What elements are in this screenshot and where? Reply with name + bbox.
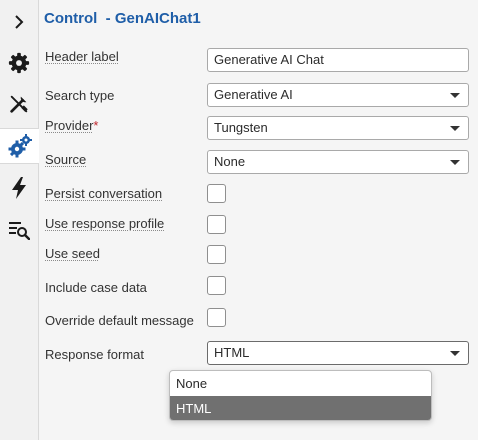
include-case-data-label: Include case data	[45, 280, 147, 295]
lightning-icon	[12, 177, 26, 199]
expand-button[interactable]	[0, 5, 38, 39]
tools-icon	[10, 95, 28, 113]
tools-button[interactable]	[0, 87, 38, 121]
provider-label: Provider*	[45, 118, 98, 133]
override-default-message-label: Override default message	[45, 313, 194, 328]
include-case-data-checkbox[interactable]	[207, 276, 226, 295]
response-format-dropdown: None HTML	[169, 370, 432, 421]
override-default-message-checkbox[interactable]	[207, 308, 226, 327]
gear-icon	[8, 52, 30, 74]
response-format-select[interactable]: HTML	[207, 341, 469, 365]
general-settings-button[interactable]	[0, 46, 38, 80]
search-type-select[interactable]: Generative AI	[207, 83, 469, 107]
list-search-icon	[9, 222, 30, 240]
use-response-profile-checkbox[interactable]	[207, 215, 226, 234]
response-format-label: Response format	[45, 347, 144, 362]
control-settings-button[interactable]	[0, 128, 39, 164]
option-none[interactable]: None	[170, 371, 431, 396]
events-button[interactable]	[0, 171, 38, 205]
use-seed-label: Use seed	[45, 246, 100, 261]
persist-conversation-label: Persist conversation	[45, 186, 163, 201]
search-list-button[interactable]	[0, 213, 38, 247]
side-rail	[0, 0, 39, 440]
search-type-label: Search type	[45, 88, 115, 103]
use-response-profile-label: Use response profile	[45, 216, 165, 231]
provider-label-text: Provider	[45, 118, 94, 133]
provider-select[interactable]: Tungsten	[207, 116, 469, 140]
chevron-right-icon	[15, 15, 24, 29]
header-label-label: Header label	[45, 49, 119, 64]
persist-conversation-checkbox[interactable]	[207, 184, 226, 203]
gears-icon	[8, 134, 32, 158]
source-select[interactable]: None	[207, 150, 469, 174]
required-mark: *	[93, 118, 99, 133]
source-label: Source	[45, 152, 87, 167]
option-html[interactable]: HTML	[170, 396, 431, 420]
header-label-input[interactable]: Generative AI Chat	[207, 48, 469, 72]
panel-title: Control - GenAIChat1	[44, 10, 201, 27]
use-seed-checkbox[interactable]	[207, 245, 226, 264]
